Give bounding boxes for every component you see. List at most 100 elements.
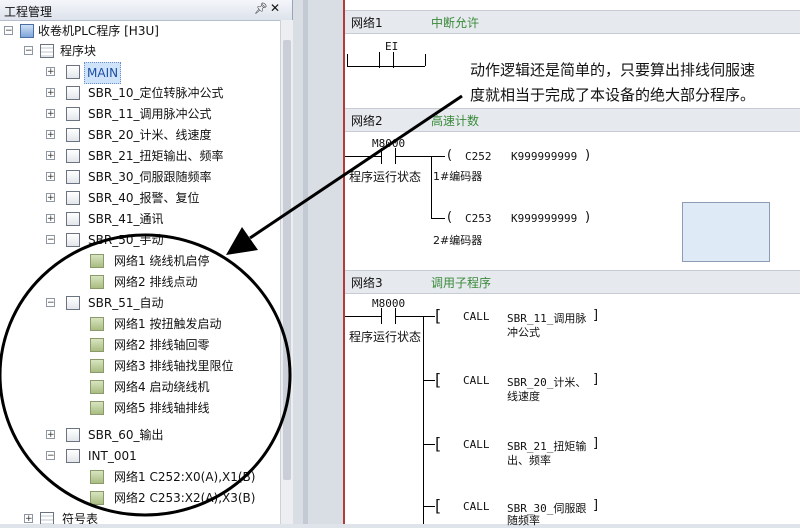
call-instruction[interactable]: CALL	[463, 374, 490, 387]
tree-item-sbr60[interactable]: + SBR_60_输出	[0, 425, 280, 445]
expand-icon[interactable]: +	[46, 151, 55, 161]
coil-bracket: )	[585, 148, 591, 163]
coil-bracket: (	[447, 148, 453, 163]
expand-icon[interactable]: +	[46, 109, 55, 119]
network-header[interactable]: 网络2 高速计数	[345, 108, 800, 132]
counter-preset[interactable]: K999999999	[511, 212, 577, 225]
tree-item-sbr30[interactable]: + SBR_30_伺服跟随频率	[0, 167, 280, 187]
coil-bracket: (	[447, 210, 453, 225]
call-bracket: [	[435, 496, 442, 515]
network-icon	[90, 470, 104, 484]
tree-network-item[interactable]: 网络2 C253:X2(A),X3(B)	[0, 488, 280, 508]
tree-label: SBR_60_输出	[88, 428, 164, 442]
counter-device[interactable]: C252	[465, 150, 492, 163]
expand-icon[interactable]: +	[24, 514, 33, 524]
tree-item-sbr41[interactable]: + SBR_41_通讯	[0, 209, 280, 229]
network-number: 网络2	[351, 114, 383, 128]
call-instruction[interactable]: CALL	[463, 310, 490, 323]
tree-label: 网络4 启动绕线机	[114, 380, 210, 394]
project-manager-pane: 工程管理 📌︎ ✕ − 收卷机PLC程序 [H3U] − 程序块 + MAIN …	[0, 0, 293, 524]
coil-comment: 2#编码器	[433, 234, 483, 247]
call-bracket: [	[435, 434, 442, 453]
network-header[interactable]: 网络1 中断允许	[345, 10, 800, 34]
collapse-icon[interactable]: −	[46, 451, 55, 461]
tree-item-sbr50[interactable]: − SBR_50_手动	[0, 230, 280, 250]
collapse-icon[interactable]: −	[4, 26, 13, 36]
tree-label: SBR_50_手动	[88, 233, 164, 247]
counter-preset[interactable]: K999999999	[511, 150, 577, 163]
pane-title: 工程管理	[4, 5, 53, 19]
call-instruction[interactable]: CALL	[463, 438, 490, 451]
tree-label: MAIN	[84, 62, 122, 84]
expand-icon[interactable]: +	[46, 214, 55, 224]
rung-line	[347, 54, 348, 66]
tree-network-item[interactable]: 网络4 启动绕线机	[0, 377, 280, 397]
expand-icon[interactable]: +	[46, 193, 55, 203]
tree-label: 网络1 绕线机启停	[114, 254, 210, 268]
tree-scrollbar[interactable]	[280, 20, 293, 524]
symbol-table-icon	[40, 512, 54, 524]
tree-label: 程序块	[60, 44, 97, 58]
counter-device[interactable]: C253	[465, 212, 492, 225]
tree-network-item[interactable]: 网络1 按扭触发启动	[0, 314, 280, 334]
contact-bar	[381, 148, 382, 164]
tree-network-item[interactable]: 网络3 排线轴找里限位	[0, 356, 280, 376]
subroutine-icon	[66, 149, 80, 163]
tree-program-block[interactable]: − 程序块	[0, 41, 280, 61]
tree-item-sbr10[interactable]: + SBR_10_定位转脉冲公式	[0, 83, 280, 103]
tree-network-item[interactable]: 网络2 排线点动	[0, 272, 280, 292]
scrollbar-thumb[interactable]	[283, 40, 291, 480]
rung-line	[379, 52, 380, 68]
tree-item-sbr21[interactable]: + SBR_21_扭矩输出、频率	[0, 146, 280, 166]
tree-item-sbr20[interactable]: + SBR_20_计米、线速度	[0, 125, 280, 145]
expand-icon[interactable]: +	[46, 172, 55, 182]
pin-icon[interactable]: 📌︎	[254, 2, 268, 15]
expand-icon[interactable]: +	[46, 130, 55, 140]
contact-comment: 程序运行状态	[349, 330, 422, 344]
network-icon	[90, 359, 104, 373]
tree-project-root[interactable]: − 收卷机PLC程序 [H3U]	[0, 21, 280, 41]
project-tree: − 收卷机PLC程序 [H3U] − 程序块 + MAIN + SBR_10_定…	[0, 20, 280, 524]
ei-instruction[interactable]: EI	[385, 40, 398, 53]
rung-line	[345, 156, 381, 157]
collapse-icon[interactable]: −	[46, 235, 55, 245]
network-comment: 高速计数	[431, 114, 480, 128]
tree-label: 符号表	[62, 512, 99, 524]
tree-network-item[interactable]: 网络1 绕线机启停	[0, 251, 280, 271]
expand-icon[interactable]: +	[46, 88, 55, 98]
tree-network-item[interactable]: 网络5 排线轴排线	[0, 398, 280, 418]
network-icon	[90, 275, 104, 289]
call-bracket: ]	[593, 372, 599, 387]
tree-item-sbr51[interactable]: − SBR_51_自动	[0, 293, 280, 313]
splitter-bar[interactable]	[303, 0, 308, 524]
call-target-cont: 冲公式	[507, 326, 540, 339]
program-block-icon	[40, 44, 54, 58]
tree-item-symbol-table[interactable]: + 符号表	[0, 509, 280, 524]
tree-label: 收卷机PLC程序 [H3U]	[38, 24, 159, 38]
tree-label: SBR_40_报警、复位	[88, 191, 200, 205]
expand-icon[interactable]: +	[46, 67, 55, 77]
tree-item-sbr40[interactable]: + SBR_40_报警、复位	[0, 188, 280, 208]
expand-icon[interactable]: +	[46, 430, 55, 440]
tree-item-int001[interactable]: − INT_001	[0, 446, 280, 466]
interrupt-icon	[66, 449, 80, 463]
network-header[interactable]: 网络3 调用子程序	[345, 270, 800, 294]
rung-line	[423, 506, 435, 507]
tree-label: SBR_30_伺服跟随频率	[88, 170, 212, 184]
tree-label: 网络1 C252:X0(A),X1(B)	[114, 470, 256, 484]
close-icon[interactable]: ✕	[270, 1, 280, 15]
annotation-text: 动作逻辑还是简单的，只要算出排线伺服速 度就相当于完成了本设备的绝大部分程序。	[470, 58, 755, 108]
tree-network-item[interactable]: 网络1 C252:X0(A),X1(B)	[0, 467, 280, 487]
rung-line	[423, 380, 435, 381]
call-target-cont: 随频率	[507, 514, 540, 527]
tree-label: 网络5 排线轴排线	[114, 401, 210, 415]
tree-item-main[interactable]: + MAIN	[0, 62, 280, 84]
pane-splitter[interactable]	[293, 0, 343, 524]
subroutine-icon	[66, 428, 80, 442]
call-instruction[interactable]: CALL	[463, 500, 490, 513]
collapse-icon[interactable]: −	[46, 298, 55, 308]
network-icon	[90, 338, 104, 352]
collapse-icon[interactable]: −	[24, 46, 33, 56]
tree-network-item[interactable]: 网络2 排线轴回零	[0, 335, 280, 355]
tree-item-sbr11[interactable]: + SBR_11_调用脉冲公式	[0, 104, 280, 124]
